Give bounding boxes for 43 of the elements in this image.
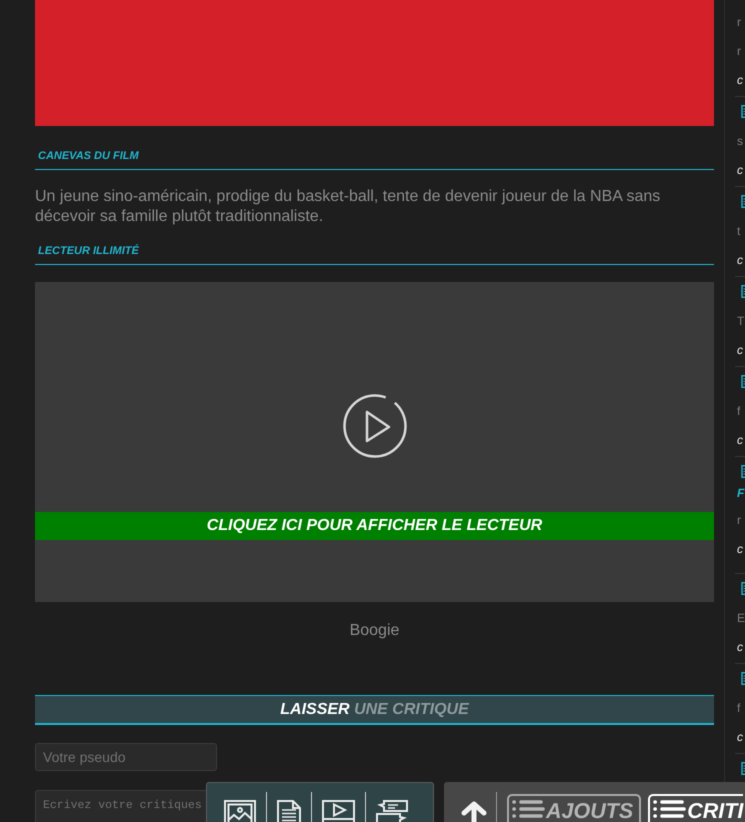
sidebar-text: r bbox=[737, 512, 741, 529]
sidebar-text: f bbox=[737, 700, 740, 717]
review-textarea[interactable]: Ecrivez votre critiques bbox=[35, 790, 206, 822]
list-icon bbox=[652, 798, 686, 818]
sidebar-text: t bbox=[737, 223, 740, 240]
sidebar-byline: c bbox=[737, 72, 743, 89]
section-title-bar: LAISSER UNE CRITIQUE bbox=[35, 695, 714, 725]
sidebar-byline: c bbox=[737, 342, 743, 359]
section-heading: CANEVAS DU FILM bbox=[35, 150, 714, 170]
synopsis-text: Un jeune sino-américain, prodige du basket-ball, tente de devenir joueur de la NBA sans décevoir sa famille plutôt traditionnaliste. bbox=[35, 187, 662, 227]
sidebar-byline: c bbox=[737, 432, 743, 449]
sidebar-text: E bbox=[737, 610, 745, 627]
sidebar-label: F bbox=[737, 485, 744, 502]
document-icon bbox=[741, 762, 745, 775]
sidebar-byline: c bbox=[737, 729, 743, 746]
document-icon[interactable] bbox=[277, 800, 301, 822]
sidebar-text: r bbox=[737, 14, 741, 31]
sidebar-text: f bbox=[737, 403, 740, 420]
sidebar-byline: c bbox=[737, 162, 743, 179]
sidebar-text: T bbox=[737, 313, 744, 330]
sidebar-text: s bbox=[737, 133, 743, 150]
video-caption: Boogie bbox=[350, 622, 400, 640]
document-icon bbox=[741, 465, 745, 478]
nav-tab[interactable]: AJOUTS bbox=[507, 794, 642, 822]
list-icon bbox=[511, 798, 545, 818]
document-icon bbox=[741, 195, 745, 208]
sidebar-byline: c bbox=[737, 252, 743, 269]
document-icon bbox=[741, 672, 745, 685]
document-icon bbox=[741, 285, 745, 298]
sidebar-byline: c bbox=[737, 639, 743, 656]
sidebar-text: r bbox=[737, 43, 741, 60]
video-icon[interactable] bbox=[322, 800, 355, 822]
chat-icon[interactable] bbox=[376, 800, 408, 822]
nav-tab[interactable]: CRITI bbox=[648, 794, 744, 822]
sidebar-byline: c bbox=[737, 541, 743, 558]
document-icon bbox=[741, 105, 745, 118]
document-icon bbox=[741, 375, 745, 388]
pseudo-input[interactable]: Votre pseudo bbox=[35, 743, 217, 771]
document-icon bbox=[741, 582, 745, 595]
section-heading: LECTEUR ILLIMITÉ bbox=[35, 245, 714, 265]
image-icon[interactable] bbox=[224, 800, 256, 822]
show-player-button[interactable]: CLIQUEZ ICI POUR AFFICHER LE LECTEUR bbox=[35, 512, 714, 540]
play-icon[interactable] bbox=[342, 394, 406, 458]
